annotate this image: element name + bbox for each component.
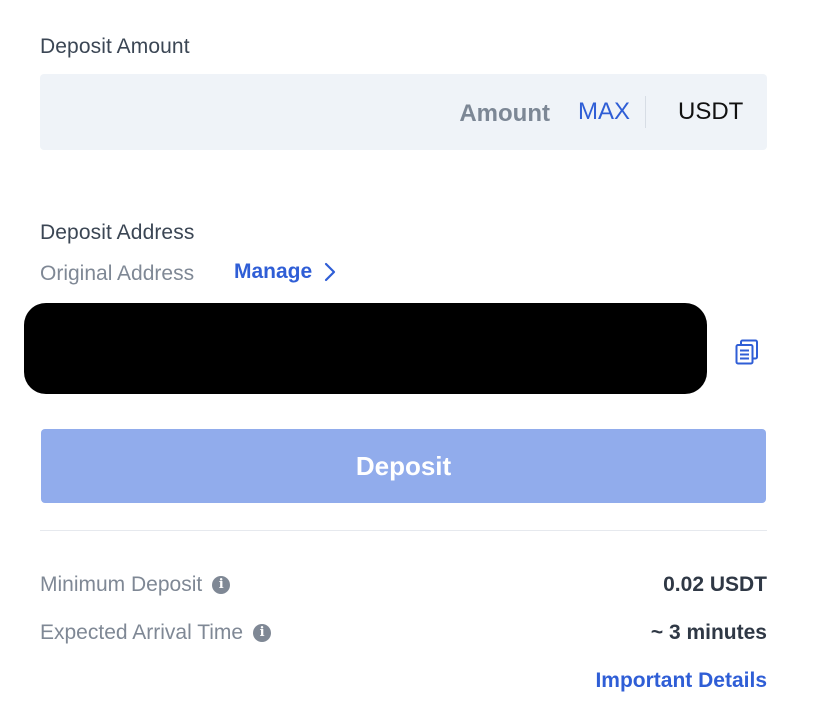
deposit-address-label: Deposit Address (40, 221, 195, 244)
currency-label: USDT (678, 98, 744, 125)
manage-link[interactable]: Manage (234, 260, 336, 284)
arrival-time-value: ~ 3 minutes (650, 621, 767, 644)
amount-input[interactable] (40, 74, 550, 152)
arrival-time-row-label: Expected Arrival Time i (40, 621, 272, 645)
copy-icon[interactable] (735, 339, 759, 365)
info-icon[interactable]: i (212, 576, 231, 594)
minimum-deposit-label: Minimum Deposit (40, 573, 203, 596)
arrival-time-label: Expected Arrival Time (40, 621, 244, 644)
deposit-address-value (24, 303, 707, 394)
divider-line (40, 530, 767, 531)
minimum-deposit-row-label: Minimum Deposit i (40, 573, 231, 597)
info-icon[interactable]: i (253, 624, 272, 642)
max-button[interactable]: MAX (578, 96, 630, 128)
minimum-deposit-value: 0.02 USDT (663, 573, 767, 596)
manage-label: Manage (234, 260, 313, 283)
address-type-label: Original Address (40, 262, 195, 285)
deposit-amount-label: Deposit Amount (40, 35, 190, 58)
divider (645, 96, 646, 128)
important-details-link[interactable]: Important Details (595, 669, 767, 693)
chevron-right-icon (325, 262, 336, 282)
amount-field-container: MAX USDT (40, 74, 767, 152)
deposit-button[interactable]: Deposit (41, 429, 766, 503)
